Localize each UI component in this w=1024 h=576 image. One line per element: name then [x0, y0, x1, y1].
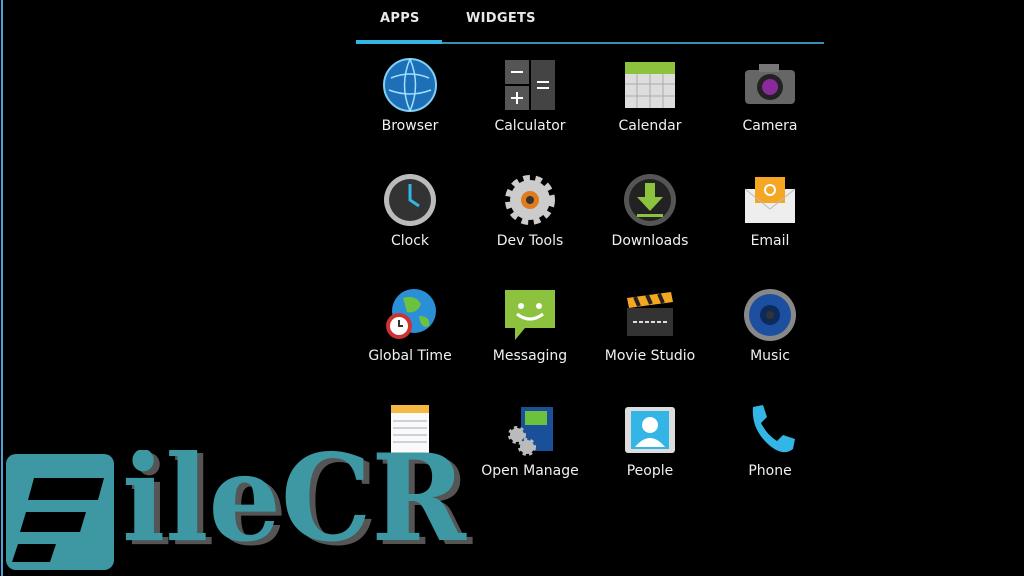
contact-icon	[625, 407, 675, 453]
clapperboard-icon	[627, 292, 673, 336]
app-movie-studio[interactable]: Movie Studio	[590, 286, 710, 386]
clock-icon	[384, 174, 436, 226]
app-label: Messaging	[492, 348, 568, 364]
tab-apps[interactable]: APPS	[380, 11, 420, 26]
app-phone[interactable]: Phone	[710, 401, 830, 501]
app-label: Global Time	[368, 348, 452, 364]
app-label: Camera	[742, 118, 798, 134]
camera-icon	[745, 64, 795, 104]
app-label: Downloads	[611, 233, 689, 249]
app-clock[interactable]: Clock	[350, 171, 470, 271]
app-messaging[interactable]: Messaging	[470, 286, 590, 386]
app-dev-tools[interactable]: Dev Tools	[470, 171, 590, 271]
window-edge	[1, 0, 3, 576]
app-label: Clock	[390, 233, 430, 249]
globe-icon	[383, 58, 437, 112]
app-global-time[interactable]: Global Time	[350, 286, 470, 386]
svg-text:ileCR: ileCR	[122, 450, 467, 569]
app-label: Email	[750, 233, 790, 249]
app-label: Phone	[748, 463, 792, 479]
phone-icon	[752, 405, 795, 453]
tab-bar: APPS WIDGETS	[356, 0, 824, 45]
app-label: Open Manage	[481, 463, 579, 479]
app-label: Movie Studio	[604, 348, 696, 364]
gear-icon	[505, 175, 555, 225]
calculator-icon	[505, 60, 555, 110]
app-music[interactable]: Music	[710, 286, 830, 386]
app-calendar[interactable]: Calendar	[590, 56, 710, 156]
filecr-watermark-logo: ileCR ileCR	[6, 450, 473, 573]
app-label: Dev Tools	[496, 233, 564, 249]
app-browser[interactable]: Browser	[350, 56, 470, 156]
download-icon	[624, 174, 676, 226]
tab-widgets[interactable]: WIDGETS	[466, 11, 536, 26]
app-calculator[interactable]: Calculator	[470, 56, 590, 156]
app-people[interactable]: People	[590, 401, 710, 501]
speaker-icon	[744, 289, 796, 341]
app-camera[interactable]: Camera	[710, 56, 830, 156]
app-email[interactable]: Email	[710, 171, 830, 271]
calendar-icon	[625, 62, 675, 108]
message-icon	[505, 290, 555, 340]
tab-selected-indicator	[356, 40, 442, 44]
global-time-icon	[386, 289, 436, 339]
app-label: Music	[750, 348, 790, 364]
app-label: Calendar	[618, 118, 682, 134]
app-label: People	[626, 463, 674, 479]
app-downloads[interactable]: Downloads	[590, 171, 710, 271]
app-label: Browser	[381, 118, 439, 134]
app-label: Calculator	[494, 118, 566, 134]
app-open-manager[interactable]: Open Manage	[470, 401, 590, 501]
file-manager-icon	[508, 407, 553, 456]
email-icon	[744, 177, 796, 223]
